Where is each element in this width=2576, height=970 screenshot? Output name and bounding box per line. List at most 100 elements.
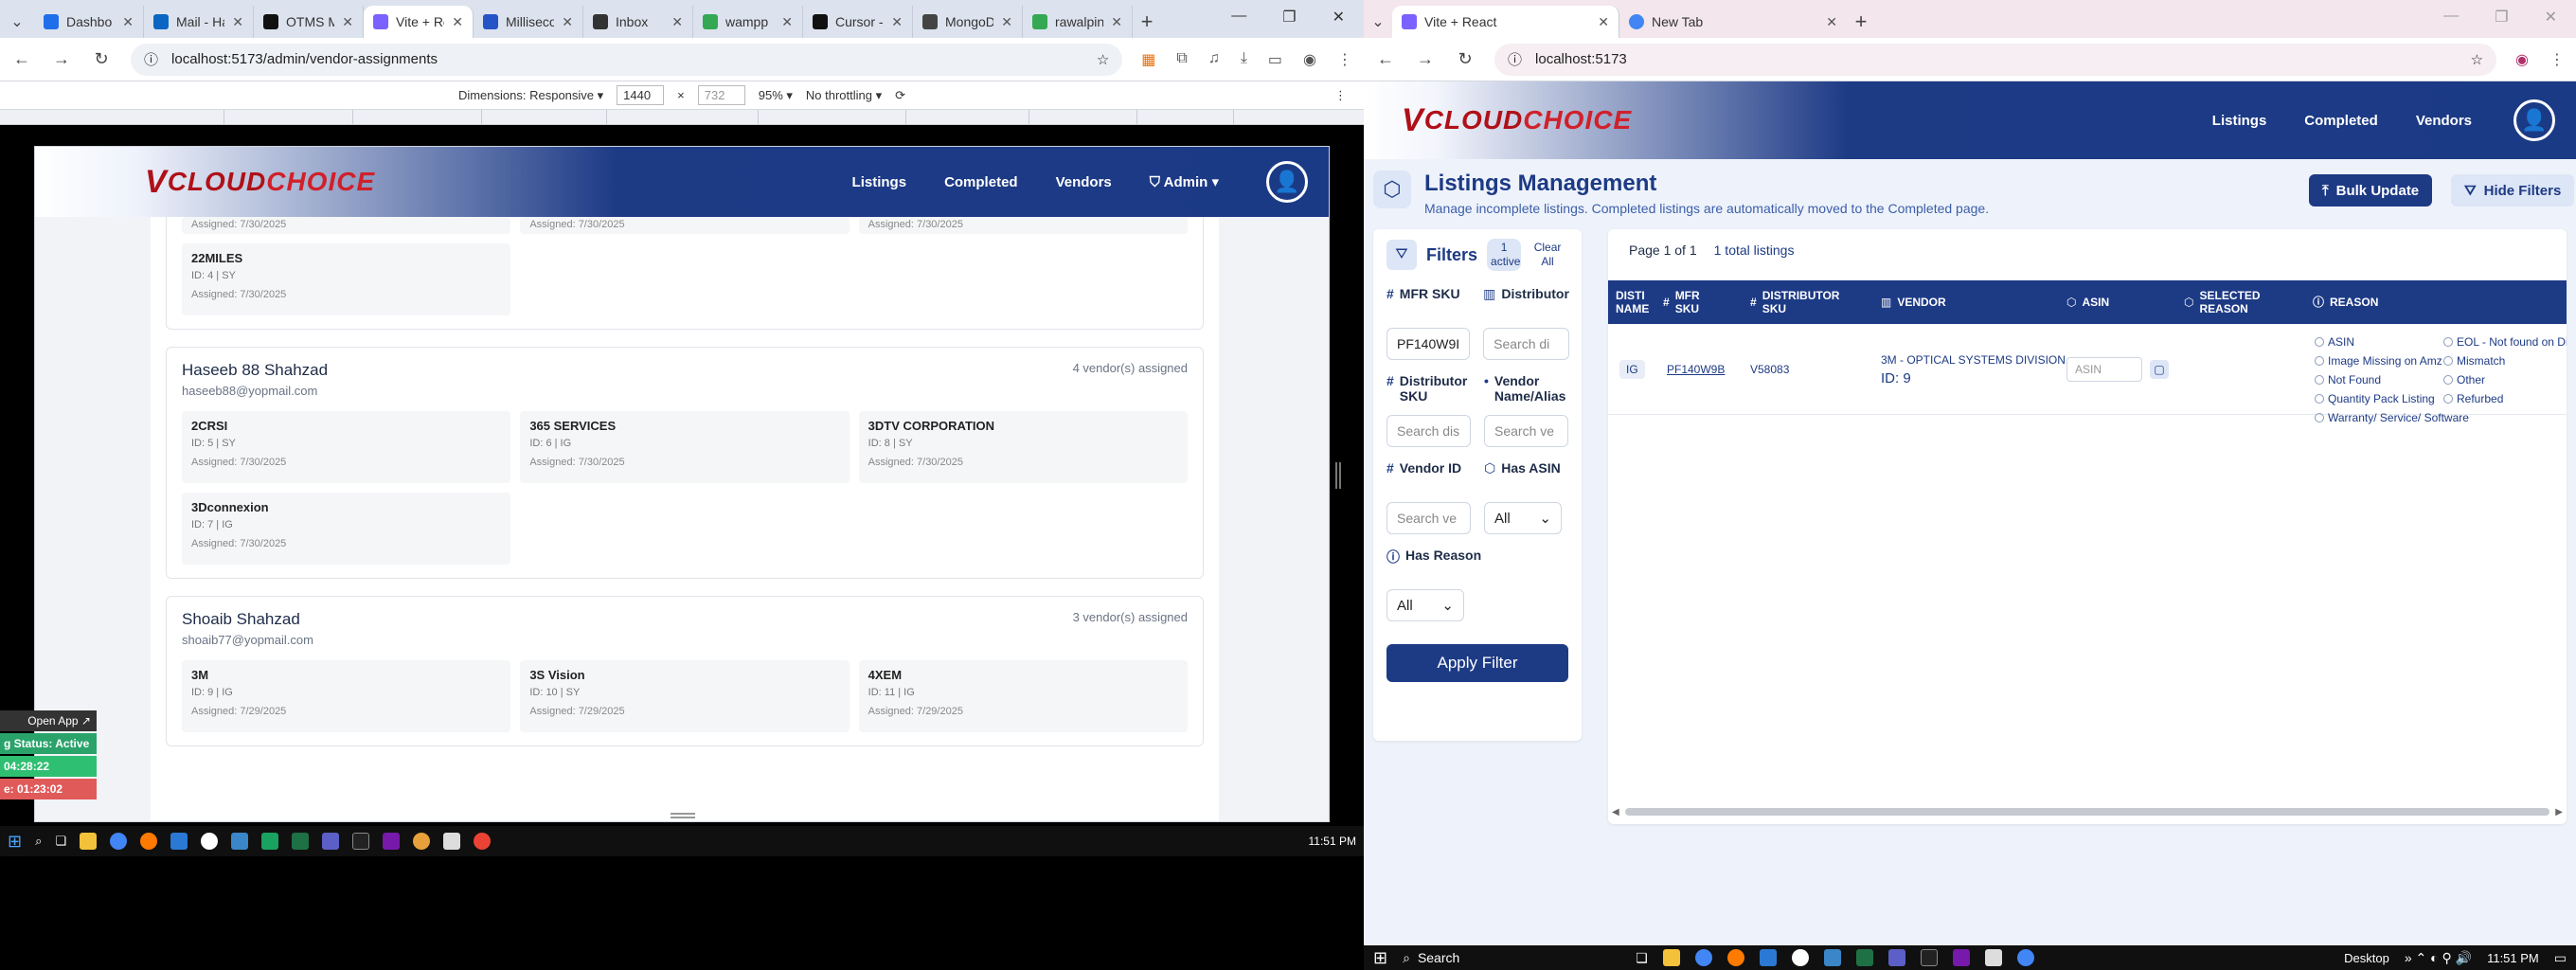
viewport-width-input[interactable]: 1440 — [617, 85, 665, 105]
onenote-icon[interactable] — [383, 833, 401, 850]
save-asin-icon[interactable]: ▢ — [2150, 360, 2169, 379]
window-icon[interactable]: ▭ — [1268, 50, 1282, 69]
back-icon[interactable]: ← — [1375, 49, 1396, 69]
extension-icon[interactable]: ▦ — [1141, 50, 1155, 69]
desktop-toolbar[interactable]: Desktop — [2344, 951, 2389, 965]
has-reason-select[interactable]: All ⌄ — [1386, 589, 1464, 621]
tray-icons[interactable]: » ⌃ ◐ ⚲ 🔊 — [2405, 950, 2472, 966]
browser-tab[interactable]: wampp ✕ — [693, 6, 803, 38]
file-explorer-icon[interactable] — [1662, 949, 1680, 966]
chrome-alt-icon[interactable] — [2016, 949, 2034, 966]
close-tab-icon[interactable]: ✕ — [1598, 14, 1609, 30]
zoom-icon[interactable] — [1759, 949, 1777, 966]
scroll-right-icon[interactable]: ▶ — [2555, 807, 2563, 817]
browser-tab[interactable]: MongoD ✕ — [913, 6, 1023, 38]
distributor-input[interactable]: Search di — [1483, 328, 1569, 360]
tab-search-icon[interactable]: ⌄ — [1364, 6, 1392, 38]
browser-tab[interactable]: Inbox ✕ — [583, 6, 693, 38]
col-asin[interactable]: ⬡ ASIN — [2066, 280, 2161, 324]
firefox-icon[interactable] — [140, 833, 158, 850]
bookmark-star-icon[interactable]: ☆ — [2471, 51, 2483, 68]
cloudchoice-logo[interactable]: V CLOUD CHOICE — [1364, 102, 1837, 139]
windows-start-icon[interactable]: ⊞ — [8, 832, 22, 852]
horizontal-scrollbar[interactable]: ◀ ▶ — [1608, 805, 2567, 818]
close-tab-icon[interactable]: ✕ — [1111, 14, 1122, 30]
nav-listings[interactable]: Listings — [852, 174, 907, 190]
radio-icon[interactable] — [2443, 394, 2453, 404]
reason-option[interactable]: Refurbed — [2443, 392, 2567, 405]
col-reason[interactable]: ⓘ REASON — [2313, 280, 2407, 324]
snipping-icon[interactable] — [1984, 949, 2002, 966]
close-tab-icon[interactable]: ✕ — [452, 14, 463, 30]
close-tab-icon[interactable]: ✕ — [232, 14, 243, 30]
bookmark-star-icon[interactable]: ☆ — [1097, 51, 1109, 68]
close-tab-icon[interactable]: ✕ — [671, 14, 683, 30]
open-app-button[interactable]: Open App ↗ — [0, 710, 97, 731]
reason-option[interactable]: Warranty/ Service/ Software — [2315, 411, 2469, 424]
firefox-icon[interactable] — [1726, 949, 1744, 966]
scroll-left-icon[interactable]: ◀ — [1612, 807, 1619, 817]
minimize-icon[interactable]: — — [2443, 8, 2459, 27]
bulk-update-button[interactable]: ⤒ Bulk Update — [2309, 174, 2433, 207]
search-icon[interactable]: ⌕ — [35, 834, 42, 849]
viewport-resize-handle[interactable] — [1335, 462, 1341, 489]
minimize-icon[interactable]: — — [1231, 8, 1246, 27]
col-disti-name[interactable]: DISTI NAME — [1616, 280, 1663, 324]
forward-icon[interactable]: → — [1415, 49, 1436, 69]
task-view-icon[interactable]: ❏ — [1636, 950, 1648, 966]
forward-icon[interactable]: → — [51, 49, 72, 69]
reason-option[interactable]: ASIN — [2315, 335, 2443, 349]
dimensions-select[interactable]: Dimensions: Responsive ▾ — [458, 88, 603, 103]
reason-option[interactable]: Not Found — [2315, 373, 2443, 386]
browser-tab[interactable]: Cursor - ✕ — [803, 6, 913, 38]
restore-icon[interactable]: ❐ — [1282, 8, 1296, 27]
cursor-icon[interactable] — [1920, 949, 1938, 966]
clear-all-button[interactable]: Clear All — [1530, 241, 1565, 269]
restore-icon[interactable]: ❐ — [2495, 8, 2508, 27]
app-icon[interactable] — [201, 833, 219, 850]
reload-icon[interactable]: ↻ — [91, 49, 112, 69]
cloudchoice-logo[interactable]: V CLOUD CHOICE — [35, 164, 565, 201]
has-asin-select[interactable]: All ⌄ — [1484, 502, 1562, 534]
chrome-profile-icon[interactable] — [413, 833, 431, 850]
reason-option[interactable]: Mismatch — [2443, 354, 2567, 368]
site-info-icon[interactable]: ⓘ — [1508, 49, 1522, 69]
profile-icon[interactable]: ◉ — [1303, 50, 1316, 69]
onenote-icon[interactable] — [1952, 949, 1970, 966]
admin-menu[interactable]: ⛉ Admin ▾ — [1150, 173, 1219, 190]
cursor-icon[interactable] — [352, 833, 370, 850]
col-mfr-sku[interactable]: # MFR SKU — [1663, 280, 1735, 324]
media-icon[interactable]: ♫ — [1208, 50, 1220, 69]
excel-icon[interactable] — [1855, 949, 1873, 966]
nav-completed[interactable]: Completed — [2304, 113, 2378, 129]
vscode-icon[interactable] — [231, 833, 249, 850]
radio-icon[interactable] — [2315, 394, 2324, 404]
file-explorer-icon[interactable] — [80, 833, 98, 850]
radio-icon[interactable] — [2443, 375, 2453, 385]
close-tab-icon[interactable]: ✕ — [781, 14, 793, 30]
tab-search-icon[interactable]: ⌄ — [0, 6, 34, 38]
mfr-sku-link[interactable]: PF140W9B — [1667, 324, 1725, 415]
chrome-canary-icon[interactable] — [474, 833, 492, 850]
nav-vendors[interactable]: Vendors — [1056, 174, 1112, 190]
browser-tab[interactable]: Millisecon ✕ — [474, 6, 583, 38]
reason-option[interactable]: Quantity Pack Listing — [2315, 392, 2443, 405]
distributor-sku-input[interactable]: Search dis — [1386, 415, 1471, 447]
url-field[interactable]: ⓘ localhost:5173 ☆ — [1494, 43, 2497, 76]
chrome-icon[interactable] — [1694, 949, 1712, 966]
col-selected-reason[interactable]: ⬡ SELECTED REASON — [2184, 280, 2288, 324]
radio-icon[interactable] — [2315, 413, 2324, 422]
browser-tab[interactable]: rawalpin ✕ — [1023, 6, 1133, 38]
new-tab-button[interactable]: + — [1133, 6, 1161, 38]
taskbar-clock[interactable]: 11:51 PM — [1309, 835, 1356, 848]
radio-icon[interactable] — [2443, 337, 2453, 347]
taskbar-clock[interactable]: 11:51 PM — [2487, 951, 2539, 965]
url-field[interactable]: ⓘ localhost:5173/admin/vendor-assignment… — [131, 43, 1123, 76]
viewport-height-input[interactable]: 732 — [697, 85, 745, 105]
zoom-icon[interactable] — [170, 833, 188, 850]
tab-new-tab[interactable]: New Tab ✕ — [1619, 6, 1847, 38]
vendor-name-input[interactable]: Search ve — [1484, 415, 1568, 447]
browser-tab[interactable]: Mail - Ha ✕ — [144, 6, 254, 38]
nav-completed[interactable]: Completed — [944, 174, 1018, 190]
scroll-thumb[interactable] — [1624, 808, 2550, 816]
